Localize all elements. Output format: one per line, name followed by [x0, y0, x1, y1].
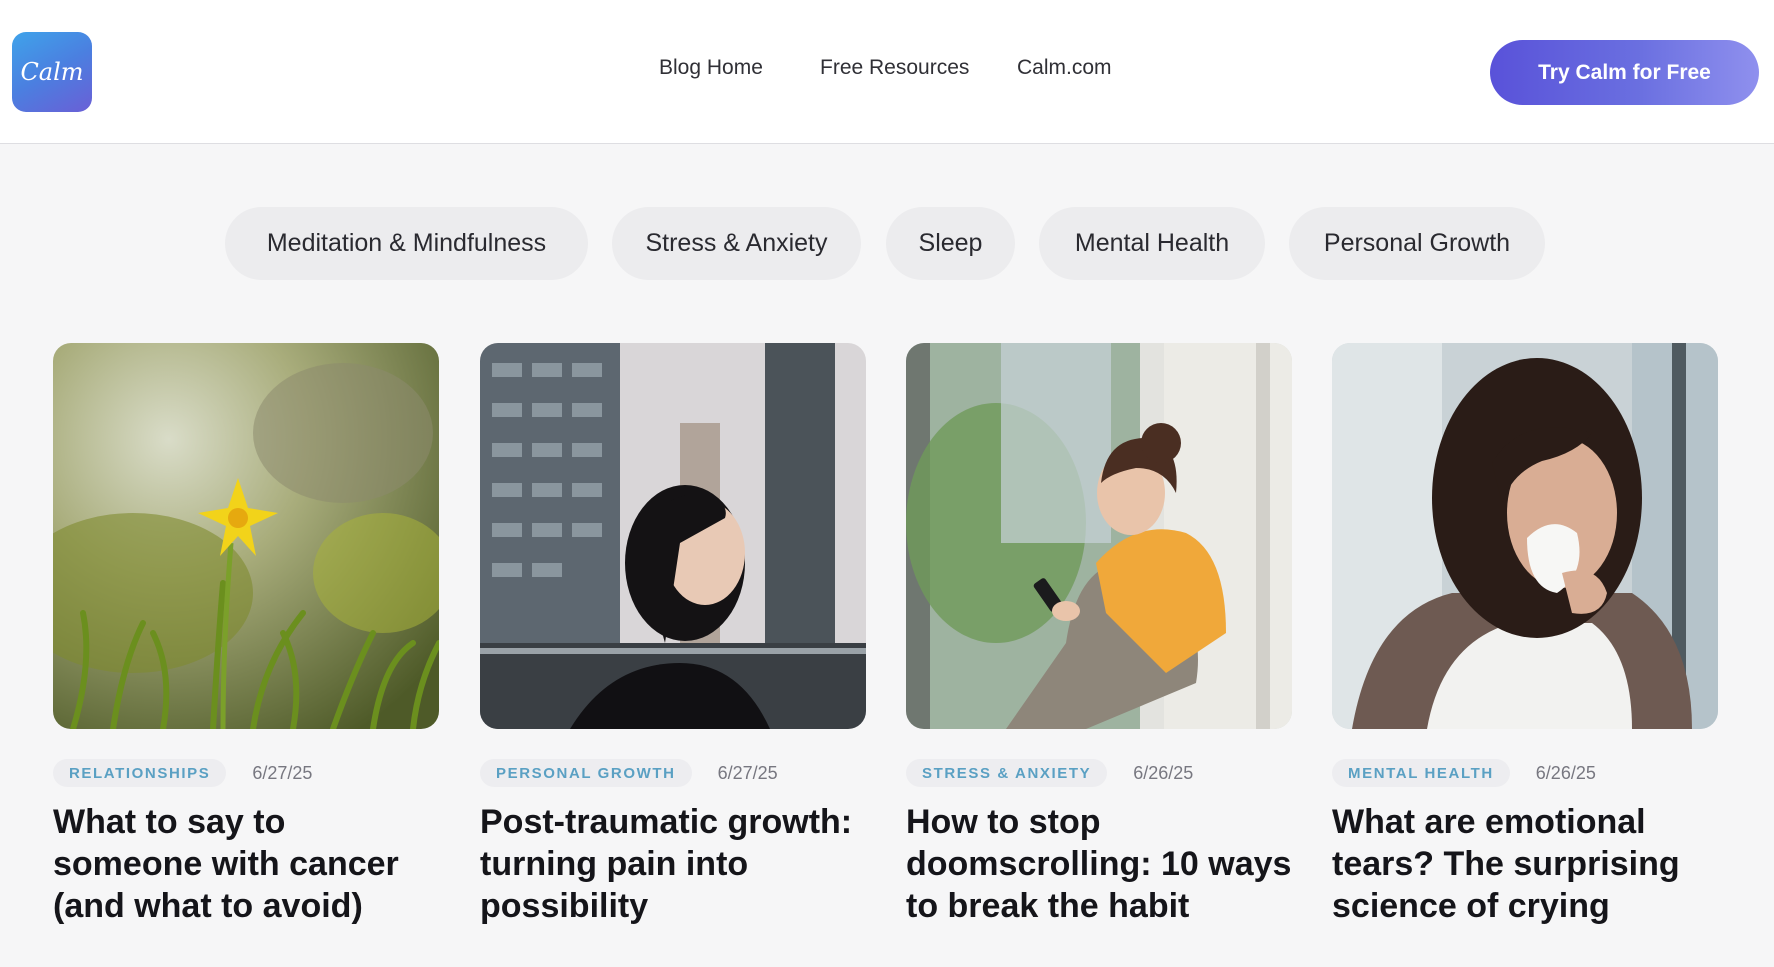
- article-date: 6/27/25: [717, 762, 778, 783]
- article-card[interactable]: RELATIONSHIPS 6/27/25 What to say to som…: [53, 343, 439, 927]
- article-card[interactable]: PERSONAL GROWTH 6/27/25 Post-traumatic g…: [480, 343, 866, 927]
- article-meta: PERSONAL GROWTH 6/27/25: [480, 759, 866, 787]
- category-pill-mental-health[interactable]: Mental Health: [1039, 207, 1265, 280]
- nav-calm-com[interactable]: Calm.com: [1017, 56, 1112, 80]
- article-meta: RELATIONSHIPS 6/27/25: [53, 759, 439, 787]
- article-date: 6/26/25: [1535, 762, 1596, 783]
- nav-blog-home[interactable]: Blog Home: [659, 56, 763, 80]
- article-meta: MENTAL HEALTH 6/26/25: [1332, 759, 1718, 787]
- category-tag[interactable]: PERSONAL GROWTH: [480, 759, 692, 787]
- article-image-woman-phone[interactable]: [906, 343, 1292, 729]
- article-title[interactable]: What to say to someone with cancer (and …: [53, 801, 439, 927]
- article-date: 6/27/25: [252, 762, 313, 783]
- category-pill-personal-growth[interactable]: Personal Growth: [1289, 207, 1545, 280]
- article-date: 6/26/25: [1133, 762, 1194, 783]
- article-image-daffodil[interactable]: [53, 343, 439, 729]
- category-pill-sleep[interactable]: Sleep: [886, 207, 1015, 280]
- nav-free-resources[interactable]: Free Resources: [820, 56, 969, 80]
- article-meta: STRESS & ANXIETY 6/26/25: [906, 759, 1292, 787]
- category-tag[interactable]: MENTAL HEALTH: [1332, 759, 1510, 787]
- site-header: Calm Blog Home Free Resources Calm.com T…: [0, 0, 1774, 144]
- category-pill-stress[interactable]: Stress & Anxiety: [612, 207, 861, 280]
- article-card[interactable]: STRESS & ANXIETY 6/26/25 How to stop doo…: [906, 343, 1292, 927]
- article-image-woman-crying[interactable]: [1332, 343, 1718, 729]
- article-card[interactable]: MENTAL HEALTH 6/26/25 What are emotional…: [1332, 343, 1718, 927]
- article-title[interactable]: How to stop doomscrolling: 10 ways to br…: [906, 801, 1292, 927]
- category-tag[interactable]: RELATIONSHIPS: [53, 759, 227, 787]
- article-image-woman-city[interactable]: [480, 343, 866, 729]
- article-title[interactable]: What are emotional tears? The surprising…: [1332, 801, 1718, 927]
- category-pill-meditation[interactable]: Meditation & Mindfulness: [225, 207, 588, 280]
- try-calm-button[interactable]: Try Calm for Free: [1490, 40, 1759, 105]
- category-tag[interactable]: STRESS & ANXIETY: [906, 759, 1108, 787]
- article-title[interactable]: Post-traumatic growth: turning pain into…: [480, 801, 866, 927]
